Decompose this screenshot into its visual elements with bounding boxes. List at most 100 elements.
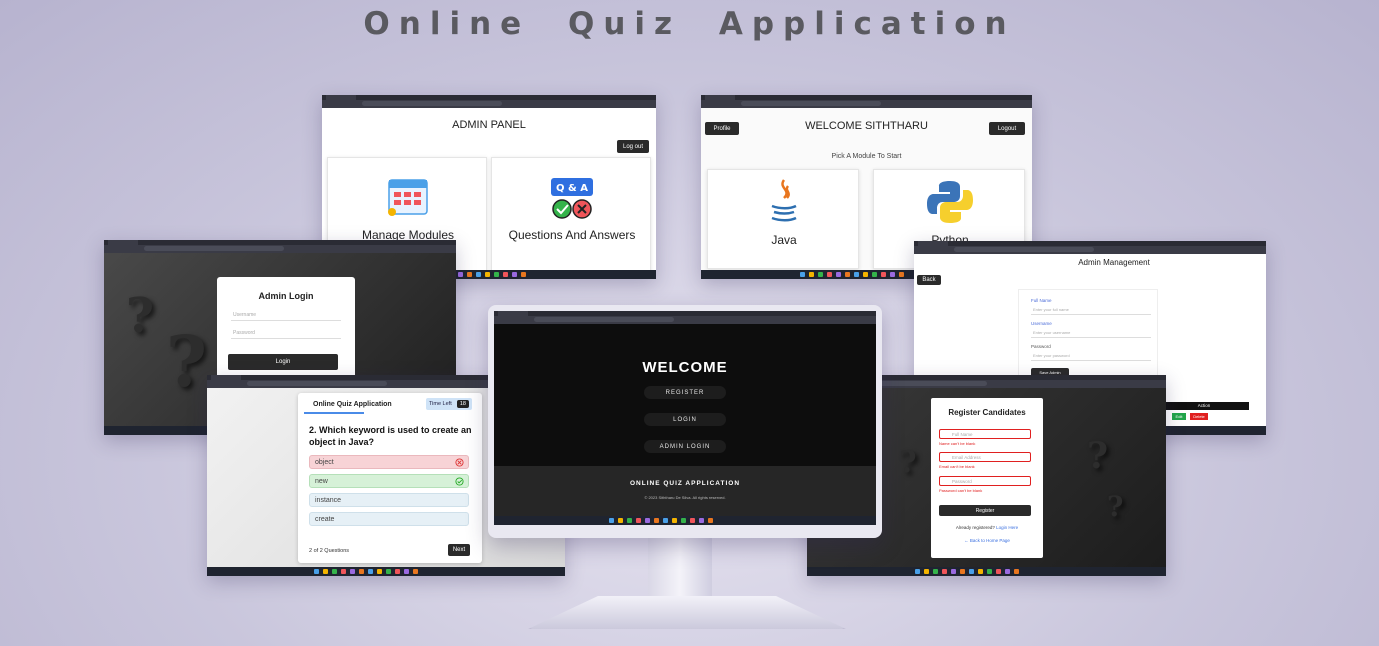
delete-button[interactable]: Delete (1190, 413, 1208, 420)
taskbar-app-icon[interactable] (681, 518, 686, 523)
taskbar-app-icon[interactable] (627, 518, 632, 523)
java-label: Java (771, 233, 797, 247)
register-nav-label: REGISTER (665, 389, 705, 396)
welcome-heading: WELCOME (642, 359, 728, 376)
register-button[interactable]: Register (939, 505, 1031, 516)
java-icon (771, 179, 797, 222)
taskbar-app-icon[interactable] (609, 518, 614, 523)
taskbar-app-icon[interactable] (618, 518, 623, 523)
password-input[interactable]: Enter your password (1031, 350, 1151, 361)
taskbar-app-icon[interactable] (890, 272, 895, 277)
taskbar-app-icon[interactable] (395, 569, 400, 574)
taskbar-app-icon[interactable] (872, 272, 877, 277)
taskbar-app-icon[interactable] (899, 272, 904, 277)
taskbar-app-icon[interactable] (467, 272, 472, 277)
action-header: Action (1159, 402, 1249, 410)
taskbar-app-icon[interactable] (854, 272, 859, 277)
back-home-link[interactable]: ← Back to Home Page (931, 538, 1043, 543)
register-nav-button[interactable]: REGISTER (644, 386, 726, 399)
taskbar-app-icon[interactable] (699, 518, 704, 523)
taskbar-app-icon[interactable] (494, 272, 499, 277)
taskbar-app-icon[interactable] (458, 272, 463, 277)
taskbar-app-icon[interactable] (960, 569, 965, 574)
taskbar-app-icon[interactable] (404, 569, 409, 574)
taskbar-app-icon[interactable] (708, 518, 713, 523)
taskbar-app-icon[interactable] (314, 569, 319, 574)
taskbar-app-icon[interactable] (845, 272, 850, 277)
option-item[interactable]: create (309, 512, 469, 526)
password-input[interactable]: Password (939, 476, 1031, 486)
taskbar-app-icon[interactable] (1014, 569, 1019, 574)
taskbar-app-icon[interactable] (836, 272, 841, 277)
taskbar-app-icon[interactable] (818, 272, 823, 277)
admin-login-button[interactable]: Login (228, 354, 338, 370)
taskbar-app-icon[interactable] (476, 272, 481, 277)
taskbar-app-icon[interactable] (413, 569, 418, 574)
pick-module-text: Pick A Module To Start (831, 153, 902, 160)
java-module-card[interactable]: Java (707, 169, 859, 269)
taskbar-app-icon[interactable] (933, 569, 938, 574)
taskbar-app-icon[interactable] (978, 569, 983, 574)
taskbar-app-icon[interactable] (645, 518, 650, 523)
taskbar-app-icon[interactable] (924, 569, 929, 574)
taskbar-app-icon[interactable] (332, 569, 337, 574)
taskbar-app-icon[interactable] (863, 272, 868, 277)
taskbar-app-icon[interactable] (987, 569, 992, 574)
quiz-app-title: Online Quiz Application (313, 401, 392, 408)
taskbar-app-icon[interactable] (690, 518, 695, 523)
taskbar-app-icon[interactable] (350, 569, 355, 574)
admin-login-nav-button[interactable]: ADMIN LOGIN (644, 440, 726, 453)
calendar-icon (388, 179, 428, 216)
taskbar-app-icon[interactable] (341, 569, 346, 574)
taskbar-app-icon[interactable] (521, 272, 526, 277)
delete-label: Delete (1193, 414, 1205, 419)
password-error: Password can't be blank (939, 488, 983, 493)
taskbar-app-icon[interactable] (503, 272, 508, 277)
login-here-link[interactable]: Login Here (996, 525, 1018, 530)
questions-answers-card[interactable]: Q & A Questions And Answers (491, 157, 651, 277)
question-mark-decoration: ? (126, 288, 155, 344)
taskbar-app-icon[interactable] (663, 518, 668, 523)
question-mark-decoration: ? (1087, 435, 1109, 477)
taskbar-app-icon[interactable] (942, 569, 947, 574)
taskbar-app-icon[interactable] (368, 569, 373, 574)
username-input[interactable]: Enter your username (1031, 327, 1151, 338)
fullname-error: Name can't be blank (939, 441, 976, 446)
taskbar-app-icon[interactable] (485, 272, 490, 277)
taskbar-app-icon[interactable] (323, 569, 328, 574)
login-nav-button[interactable]: LOGIN (644, 413, 726, 426)
admin-username-input[interactable]: Username (231, 310, 341, 321)
logout-label: Log out (622, 143, 644, 150)
taskbar-app-icon[interactable] (1005, 569, 1010, 574)
option-wrong[interactable]: object (309, 455, 469, 469)
next-label: Next (452, 547, 466, 553)
edit-button[interactable]: Edit (1172, 413, 1186, 420)
taskbar-app-icon[interactable] (377, 569, 382, 574)
fullname-input[interactable]: Enter your full name (1031, 304, 1151, 315)
logout-button[interactable]: Log out (617, 140, 649, 153)
taskbar-app-icon[interactable] (827, 272, 832, 277)
admin-password-input[interactable]: Password (231, 328, 341, 339)
monitor-stand-base (528, 596, 846, 629)
taskbar-app-icon[interactable] (654, 518, 659, 523)
back-button[interactable]: Back (917, 275, 941, 285)
taskbar-app-icon[interactable] (512, 272, 517, 277)
wrong-icon (455, 457, 464, 467)
taskbar-app-icon[interactable] (359, 569, 364, 574)
taskbar-app-icon[interactable] (951, 569, 956, 574)
taskbar-app-icon[interactable] (881, 272, 886, 277)
fullname-input[interactable]: Full Name (939, 429, 1031, 439)
taskbar-app-icon[interactable] (636, 518, 641, 523)
next-button[interactable]: Next (448, 544, 470, 556)
taskbar-app-icon[interactable] (809, 272, 814, 277)
option-item[interactable]: instance (309, 493, 469, 507)
taskbar-app-icon[interactable] (672, 518, 677, 523)
candidate-logout-button[interactable]: Logout (989, 122, 1025, 135)
option-correct[interactable]: new (309, 474, 469, 488)
taskbar-app-icon[interactable] (386, 569, 391, 574)
taskbar-app-icon[interactable] (996, 569, 1001, 574)
taskbar-app-icon[interactable] (969, 569, 974, 574)
email-input[interactable]: Email Address (939, 452, 1031, 462)
taskbar-app-icon[interactable] (915, 569, 920, 574)
taskbar-app-icon[interactable] (800, 272, 805, 277)
